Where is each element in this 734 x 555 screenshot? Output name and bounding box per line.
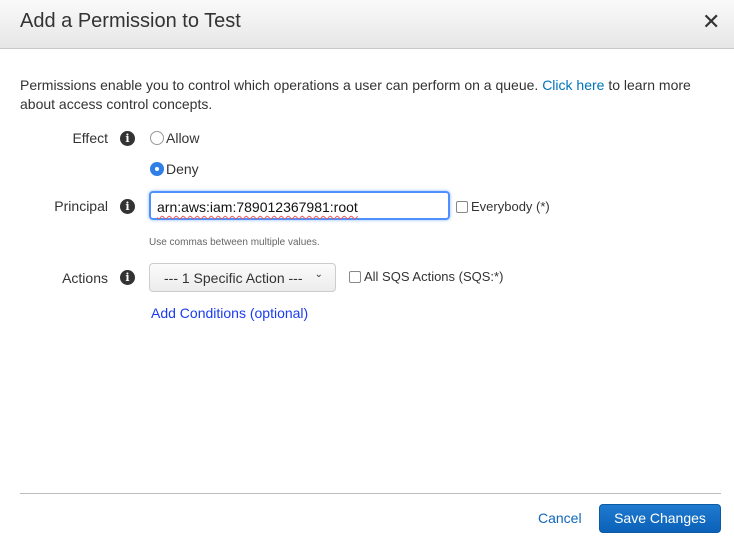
actions-selected: --- 1 Specific Action --- bbox=[164, 270, 303, 286]
effect-label: Effect bbox=[72, 130, 108, 146]
allow-label[interactable]: Allow bbox=[166, 130, 199, 146]
save-changes-button[interactable]: Save Changes bbox=[599, 504, 721, 533]
allow-radio[interactable] bbox=[150, 131, 164, 145]
principal-input[interactable]: arn:aws:iam:789012367981:root bbox=[149, 191, 450, 220]
chevron-down-icon: ⌄ bbox=[314, 269, 323, 280]
principal-hint: Use commas between multiple values. bbox=[149, 237, 320, 248]
principal-label: Principal bbox=[54, 198, 108, 214]
intro-text: Permissions enable you to control which … bbox=[20, 76, 720, 114]
actions-dropdown[interactable]: --- 1 Specific Action --- ⌄ bbox=[149, 263, 336, 292]
add-conditions-link[interactable]: Add Conditions (optional) bbox=[151, 305, 308, 321]
actions-label: Actions bbox=[62, 270, 108, 286]
dialog-header: Add a Permission to Test ✕ bbox=[0, 0, 734, 49]
info-icon[interactable]: i bbox=[120, 131, 135, 146]
deny-radio[interactable] bbox=[150, 162, 164, 176]
all-sqs-actions-checkbox[interactable] bbox=[349, 271, 361, 283]
footer-divider bbox=[20, 493, 721, 494]
everybody-label[interactable]: Everybody (*) bbox=[471, 199, 550, 214]
cancel-button[interactable]: Cancel bbox=[538, 510, 582, 526]
intro-text-before: Permissions enable you to control which … bbox=[20, 77, 543, 93]
dialog-title: Add a Permission to Test bbox=[20, 10, 241, 32]
all-sqs-actions-label[interactable]: All SQS Actions (SQS:*) bbox=[364, 269, 503, 284]
info-icon[interactable]: i bbox=[120, 199, 135, 214]
close-icon[interactable]: ✕ bbox=[702, 9, 720, 35]
click-here-link[interactable]: Click here bbox=[542, 77, 604, 93]
deny-label[interactable]: Deny bbox=[166, 161, 199, 177]
everybody-checkbox[interactable] bbox=[456, 201, 468, 213]
info-icon[interactable]: i bbox=[120, 270, 135, 285]
